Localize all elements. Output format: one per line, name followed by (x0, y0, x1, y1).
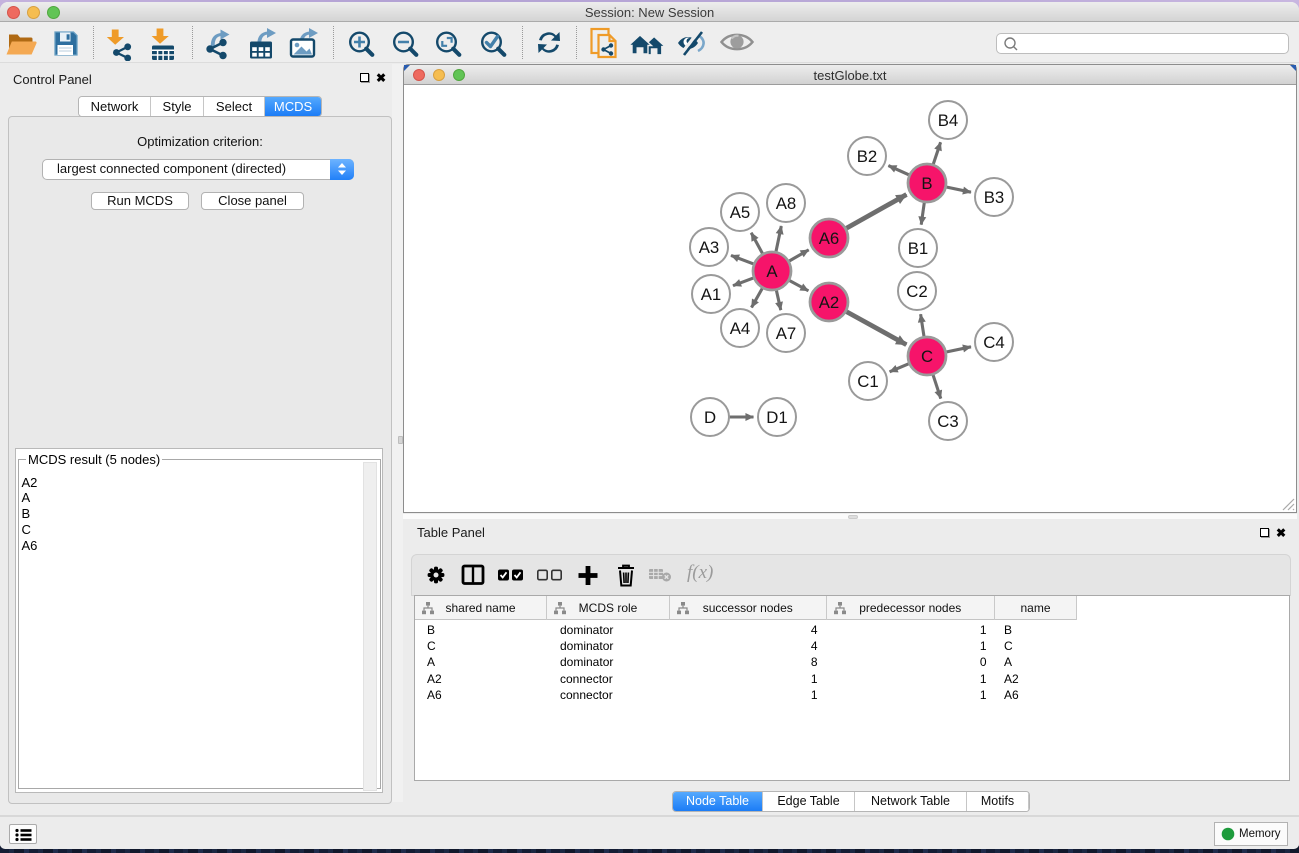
svg-text:A3: A3 (699, 238, 720, 257)
svg-text:A1: A1 (701, 285, 722, 304)
svg-text:B3: B3 (984, 188, 1005, 207)
svg-text:A2: A2 (819, 293, 840, 312)
svg-text:A7: A7 (776, 324, 797, 343)
svg-text:A5: A5 (730, 203, 751, 222)
svg-text:A: A (766, 262, 778, 281)
svg-text:C4: C4 (983, 333, 1004, 352)
svg-text:C2: C2 (906, 282, 927, 301)
svg-text:A4: A4 (730, 319, 751, 338)
svg-text:B2: B2 (857, 147, 878, 166)
svg-text:D1: D1 (766, 408, 787, 427)
svg-text:C: C (921, 347, 933, 366)
svg-text:D: D (704, 408, 716, 427)
svg-text:A8: A8 (776, 194, 797, 213)
svg-text:A6: A6 (819, 229, 840, 248)
svg-text:B: B (921, 174, 932, 193)
svg-text:C3: C3 (937, 412, 958, 431)
svg-text:B1: B1 (908, 239, 929, 258)
svg-text:B4: B4 (938, 111, 959, 130)
svg-text:C1: C1 (857, 372, 878, 391)
